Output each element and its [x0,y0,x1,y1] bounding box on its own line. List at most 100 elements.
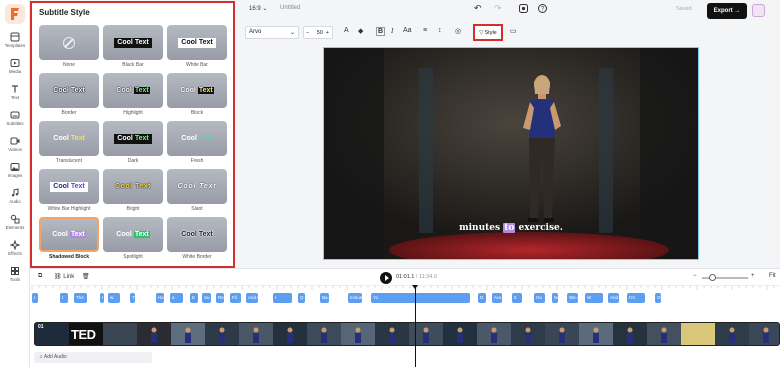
subtitle-chip[interactable]: a [170,293,183,303]
delete-icon[interactable]: 🗑 [82,273,90,280]
rail-item-effects[interactable]: Effects [0,240,30,262]
line-spacing-icon[interactable]: ↕ [438,27,442,34]
subtitle-chip[interactable]: I'm [627,293,645,303]
video-track[interactable]: TED 01 [34,322,780,346]
subtitle-chip[interactable]: Q [298,293,305,303]
font-color-icon[interactable]: A [344,27,349,34]
style-option-white-bar-highlight[interactable]: Cool Text White Bar Highlight [39,169,99,215]
subtitle-chip[interactable]: Now [552,293,558,303]
style-option-fresh[interactable]: Cool Text Fresh [167,121,227,167]
subtitle-chip[interactable]: Re [216,293,224,303]
size-increase-button[interactable]: + [326,30,329,36]
video-subtitle[interactable]: minutes to exercise. [324,223,698,233]
subtitle-chip[interactable]: And [608,293,619,303]
zoom-out-icon[interactable]: − [693,273,697,279]
style-option-translucent[interactable]: Cool Text Translucent [39,121,99,167]
rail-item-text[interactable]: Text [0,84,30,106]
style-thumbnail[interactable]: Cool Text [167,169,227,204]
subtitle-chip[interactable]: D. [478,293,486,303]
style-thumbnail[interactable]: Cool Text [103,25,163,60]
style-thumbnail[interactable]: Cool Text [167,73,227,108]
export-button[interactable]: Export → [707,3,747,19]
rail-item-media[interactable]: Media [0,58,30,80]
style-thumbnail[interactable]: Cool Text [103,121,163,156]
style-thumbnail[interactable]: Cool Text [103,217,163,252]
subtitle-chip[interactable]: Ha [156,293,164,303]
style-thumbnail[interactable]: Cool Text [39,73,99,108]
help-icon[interactable]: ? [538,4,547,15]
style-option-none[interactable]: None [39,25,99,71]
rail-item-images[interactable]: Images [0,162,30,184]
subtitle-chip[interactable]: And I [246,293,258,303]
style-thumbnail[interactable]: Cool Text [167,121,227,156]
subtitle-chip[interactable]: T [130,293,135,303]
project-title[interactable]: Untitled [280,5,300,11]
caption-icon[interactable]: ▭ [510,27,517,35]
redo-icon[interactable]: ↷ [494,3,502,14]
subtitle-chip[interactable]: We d [567,293,578,303]
italic-icon[interactable]: I [391,27,393,35]
bold-icon[interactable]: B [376,27,386,36]
fill-color-icon[interactable]: ◆ [358,27,363,35]
zoom-handle[interactable] [709,274,716,281]
rail-item-audio[interactable]: Audio [0,188,30,210]
subtitle-chip[interactable]: Ba. [320,293,329,303]
style-option-shadowed-block[interactable]: Cool Text Shadowed Block [39,217,99,263]
style-thumbnail[interactable]: Cool Text [103,73,163,108]
style-thumbnail[interactable]: Cool Text [167,217,227,252]
subtitle-chip[interactable]: Su [202,293,211,303]
rail-item-elements[interactable]: Elements [0,214,30,236]
style-option-border[interactable]: Cool Text Border [39,73,99,119]
split-icon[interactable]: ⧉ [38,273,42,280]
subtitle-chip[interactable]: It [512,293,522,303]
style-thumbnail[interactable]: Cool Text [39,169,99,204]
style-thumbnail[interactable]: Cool Text [39,217,99,252]
subtitle-chip[interactable]: I [60,293,68,303]
avatar[interactable] [752,4,765,17]
style-option-white-bar[interactable]: Cool Text White Bar [167,25,227,71]
screen-capture-icon[interactable] [519,4,528,15]
app-logo[interactable] [5,4,25,24]
size-decrease-button[interactable]: − [306,30,309,36]
rail-item-subtitles[interactable]: Subtitles [0,110,30,132]
style-option-dark[interactable]: Cool Text Dark [103,121,163,167]
style-option-bright[interactable]: Cool Text Bright [103,169,163,215]
style-option-white-border[interactable]: Cool Text White Border [167,217,227,263]
subtitle-chip[interactable]: minutes to exercise [348,293,362,303]
subtitle-chip[interactable]: E [190,293,198,303]
style-option-slant[interactable]: Cool Text Slant [167,169,227,215]
style-option-black-bar[interactable]: Cool Text Black Bar [103,25,163,71]
style-option-block[interactable]: Cool Text Block [167,73,227,119]
subtitle-chip[interactable]: Ou [534,293,545,303]
rail-item-templates[interactable]: Templates [0,32,30,54]
font-size-stepper[interactable]: − 50 + [303,26,333,39]
subtitle-chip[interactable]: One of the women whe [655,293,661,303]
subtitle-chip[interactable]: Ara [492,293,502,303]
align-icon[interactable]: ≡ [423,27,427,34]
subtitle-chip[interactable]: W [585,293,603,303]
playhead[interactable] [412,285,418,367]
subtitle-chip[interactable]: w. [108,293,120,303]
fit-button[interactable]: Fit [769,273,776,279]
video-preview[interactable]: minutes to exercise. [323,47,699,260]
subtitle-chip[interactable]: I [100,293,104,303]
add-audio-button[interactable]: ♫ Add Audio [34,352,152,363]
style-option-spotlight[interactable]: Cool Text Spotlight [103,217,163,263]
style-thumbnail[interactable]: Cool Text [167,25,227,60]
style-thumbnail[interactable]: Cool Text [39,121,99,156]
undo-icon[interactable]: ↶ [474,3,482,14]
rail-item-tools[interactable]: Tools [0,266,30,288]
subtitle-chip[interactable]: I. [32,293,38,303]
effects-icon[interactable]: ◎ [455,27,461,35]
style-thumbnail[interactable] [39,25,99,60]
rail-item-videos[interactable]: Videos [0,136,30,158]
subtitle-chip[interactable]: I [273,293,292,303]
subtitle-chip[interactable]: The [74,293,87,303]
link-button[interactable]: ⛓ Link [54,273,74,280]
style-option-highlight[interactable]: Cool Text Highlight [103,73,163,119]
style-button[interactable]: ▽ Style [473,24,503,41]
style-thumbnail[interactable]: Cool Text [103,169,163,204]
subtitle-chip[interactable]: Yo [371,293,470,303]
aspect-ratio-select[interactable]: 16:9 ⌄ [249,5,267,12]
font-select[interactable]: Arvo ⌄ [245,26,299,39]
